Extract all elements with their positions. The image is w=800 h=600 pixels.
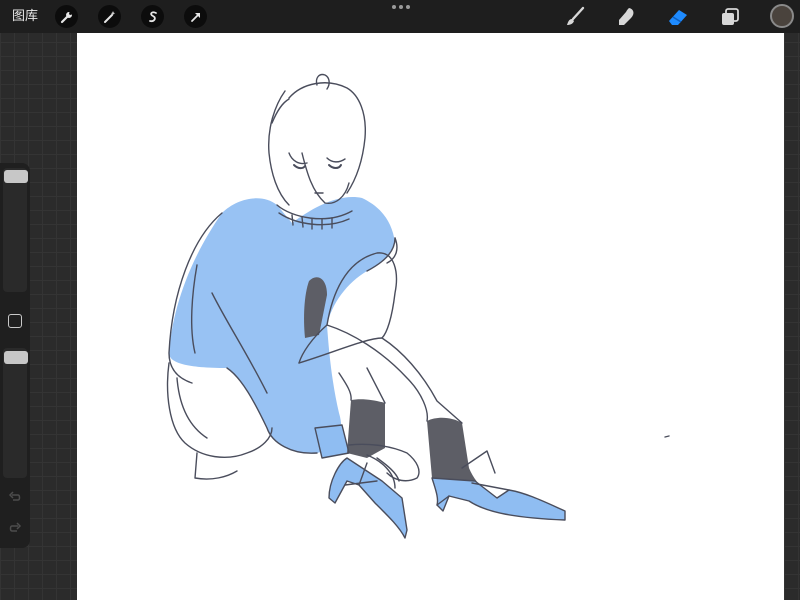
magic-wand-icon bbox=[103, 10, 115, 23]
modify-button[interactable] bbox=[8, 314, 22, 328]
smudge-tool-button[interactable] bbox=[614, 5, 638, 29]
opacity-thumb[interactable] bbox=[4, 351, 28, 364]
sketch-artwork bbox=[166, 73, 670, 539]
layers-button[interactable] bbox=[718, 5, 742, 29]
actions-button[interactable] bbox=[55, 5, 78, 28]
opacity-slider[interactable] bbox=[3, 348, 28, 478]
transform-arrow-icon bbox=[190, 12, 200, 22]
selection-icon bbox=[148, 10, 157, 22]
top-toolbar: 图库 bbox=[0, 0, 800, 33]
transform-button[interactable] bbox=[184, 5, 207, 28]
sock-left bbox=[347, 399, 385, 458]
selection-button[interactable] bbox=[141, 5, 164, 28]
dot-icon bbox=[399, 5, 403, 9]
wrench-icon bbox=[60, 11, 72, 23]
brush-size-thumb[interactable] bbox=[4, 170, 28, 183]
left-sidebar bbox=[0, 163, 30, 548]
more-options-button[interactable] bbox=[390, 2, 412, 12]
redo-icon bbox=[9, 522, 22, 532]
shoe-left bbox=[328, 457, 408, 539]
dot-icon bbox=[392, 5, 396, 9]
paint-tool-button[interactable] bbox=[563, 5, 587, 29]
undo-icon bbox=[8, 491, 21, 501]
redo-button[interactable] bbox=[7, 520, 23, 536]
eraser-tool-button[interactable] bbox=[666, 5, 690, 29]
color-swatch[interactable] bbox=[770, 4, 794, 28]
smudge-icon bbox=[619, 8, 634, 25]
gallery-button[interactable]: 图库 bbox=[12, 8, 38, 26]
layers-icon bbox=[722, 8, 739, 25]
brush-icon bbox=[567, 6, 585, 25]
brush-size-slider[interactable] bbox=[3, 168, 28, 292]
undo-button[interactable] bbox=[7, 489, 23, 505]
adjustments-button[interactable] bbox=[98, 5, 121, 28]
dot-icon bbox=[406, 5, 410, 9]
drawing-canvas[interactable] bbox=[77, 33, 784, 600]
shoe-right bbox=[431, 477, 566, 521]
eraser-icon bbox=[669, 10, 687, 25]
